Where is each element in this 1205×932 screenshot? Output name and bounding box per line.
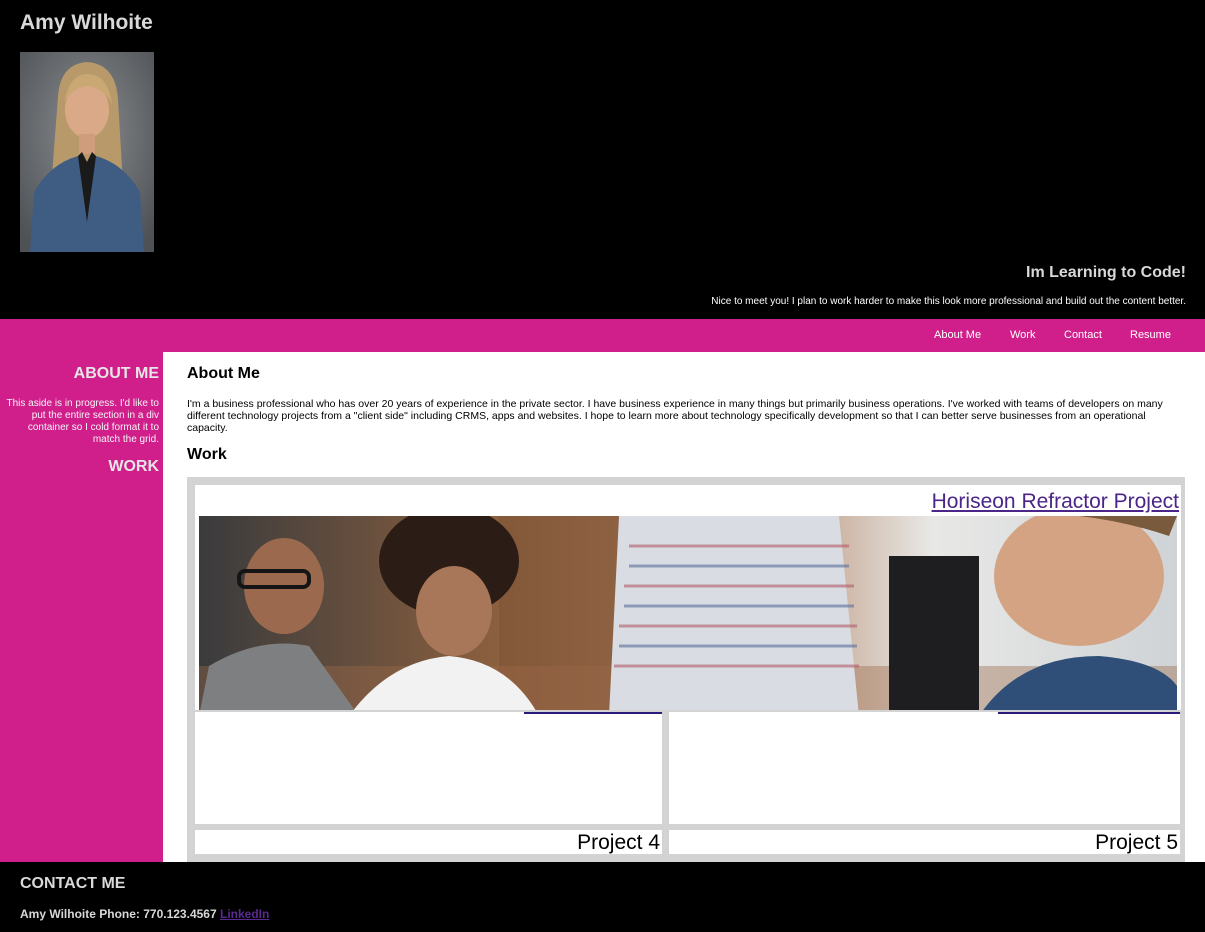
project-4-card[interactable]: Project 4 <box>195 830 662 854</box>
project-5-card[interactable]: Project 5 <box>669 830 1180 854</box>
linkedin-link[interactable]: LinkedIn <box>220 907 269 921</box>
main-content: About Me I'm a business professional who… <box>163 352 1205 862</box>
featured-project-link[interactable]: Horiseon Refractor Project <box>932 490 1179 514</box>
project-card[interactable] <box>669 712 1180 824</box>
featured-project-card: Horiseon Refractor Project <box>195 485 1181 710</box>
work-grid: Horiseon Refractor Project Project 4 Pro… <box>187 477 1185 862</box>
project-5-label: Project 5 <box>1095 831 1178 854</box>
about-heading: About Me <box>187 365 260 382</box>
site-footer: CONTACT ME Amy Wilhoite Phone: 770.123.4… <box>0 862 1205 932</box>
nav-link-resume[interactable]: Resume <box>1130 329 1171 341</box>
contact-line: Amy Wilhoite Phone: 770.123.4567 LinkedI… <box>20 907 269 921</box>
nav-link-about-me[interactable]: About Me <box>934 329 981 341</box>
site-header: Amy Wilhoite Im Learning to Code! Nice t… <box>0 0 1205 319</box>
featured-project-image[interactable] <box>199 516 1177 710</box>
project-link-underline <box>524 712 662 714</box>
sidebar-note: This aside is in progress. I'd like to p… <box>6 398 159 445</box>
nav-link-work[interactable]: Work <box>1010 329 1035 341</box>
site-name: Amy Wilhoite <box>20 11 153 34</box>
main-nav: About Me Work Contact Resume <box>0 319 1205 352</box>
work-heading: Work <box>187 446 227 463</box>
intro-text: Nice to meet you! I plan to work harder … <box>711 296 1186 307</box>
project-4-label: Project 4 <box>577 831 660 854</box>
nav-link-contact[interactable]: Contact <box>1064 329 1102 341</box>
sidebar-heading-about: ABOUT ME <box>73 365 159 382</box>
project-card[interactable] <box>195 712 662 824</box>
sidebar: ABOUT ME This aside is in progress. I'd … <box>0 352 163 862</box>
sidebar-heading-work: WORK <box>108 458 159 475</box>
contact-heading: CONTACT ME <box>20 875 126 892</box>
tagline: Im Learning to Code! <box>1026 264 1186 281</box>
project-link-underline <box>998 712 1180 714</box>
profile-photo <box>20 52 154 252</box>
about-text: I'm a business professional who has over… <box>187 398 1163 434</box>
contact-info: Amy Wilhoite Phone: 770.123.4567 <box>20 907 217 921</box>
